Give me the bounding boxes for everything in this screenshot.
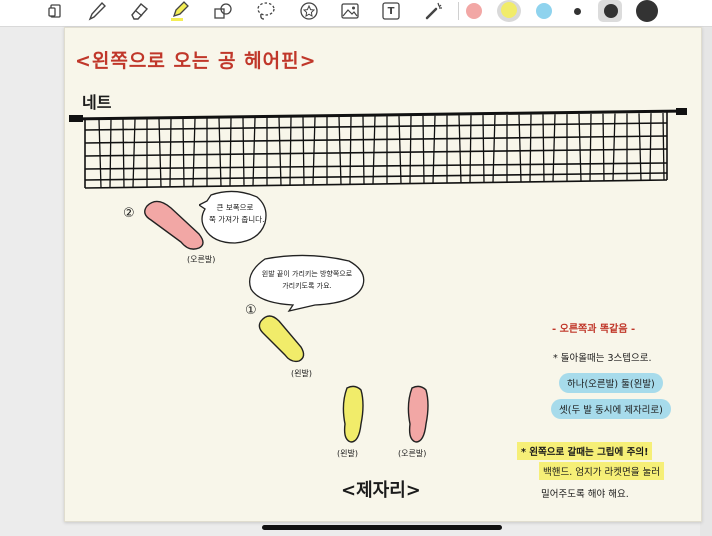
step1-left-foot <box>258 315 305 363</box>
note-page[interactable]: <왼쪽으로 오는 공 헤어핀> 네트 ② (오른발) 큰 보폭으로 쭉 가져가 … <box>64 27 702 522</box>
side-note-tip1: 백핸드. 엄지가 라켓면을 눌러 <box>539 462 664 480</box>
step2-foot-label: (오른발) <box>187 255 216 264</box>
step1-foot-label: (왼발) <box>291 369 312 378</box>
color-pink-swatch[interactable] <box>466 3 482 19</box>
size-small-dot[interactable] <box>574 8 581 15</box>
step2-bubble-line: 쭉 가져가 줍니다. <box>209 215 265 224</box>
laser-pointer-icon[interactable] <box>420 0 446 22</box>
step2-bubble-line: 큰 보폭으로 <box>216 203 254 212</box>
side-notes-heading: - 오른쪽과 똑같음 - <box>552 324 636 335</box>
step1-bubble-line: 왼발 끝이 가리키는 방향쪽으로 <box>261 270 353 278</box>
size-large-dot[interactable] <box>636 0 658 22</box>
eraser-icon[interactable] <box>126 0 152 22</box>
pen-icon[interactable] <box>84 0 110 22</box>
side-note-line1: * 돌아올때는 3스텝으로. <box>553 353 652 364</box>
page-icon[interactable] <box>44 0 66 22</box>
side-note-line3: 셋(두 발 동시에 제자리로) <box>551 399 671 419</box>
step1-bubble-line: 가리키도록 가요. <box>282 282 332 290</box>
side-note-tip2: 밀어주도록 해야 해요. <box>541 489 629 500</box>
step1-bubble-text: 왼발 끝이 가리키는 방향쪽으로 가리키도록 가요. <box>251 268 363 292</box>
image-icon[interactable] <box>337 0 363 22</box>
size-medium-dot[interactable] <box>604 4 618 18</box>
home-caption: <제자리> <box>341 480 421 501</box>
home-indicator[interactable] <box>262 525 502 530</box>
shapes-icon[interactable] <box>210 0 236 22</box>
home-right-label: (오른발) <box>398 449 427 458</box>
text-tool-glyph: T <box>387 5 395 17</box>
side-note-warning: * 왼쪽으로 갈때는 그립에 주의! <box>517 442 653 460</box>
step2-number: ② <box>123 206 135 221</box>
side-note-line2: 하나(오른발) 둘(왼발) <box>559 373 663 393</box>
color-blue-swatch[interactable] <box>536 3 552 19</box>
step2-bubble-text: 큰 보폭으로 쭉 가져가 줍니다. <box>209 202 265 226</box>
toolbar: T <box>0 0 712 27</box>
toolbar-divider <box>458 2 459 20</box>
home-right-foot <box>407 385 429 443</box>
lasso-icon[interactable] <box>253 0 279 22</box>
home-left-label: (왼발) <box>337 449 358 458</box>
text-icon[interactable]: T <box>378 0 404 22</box>
sticker-icon[interactable] <box>296 0 322 22</box>
color-yellow-swatch[interactable] <box>501 2 517 18</box>
home-left-foot <box>342 385 364 443</box>
highlighter-icon[interactable] <box>166 0 192 22</box>
